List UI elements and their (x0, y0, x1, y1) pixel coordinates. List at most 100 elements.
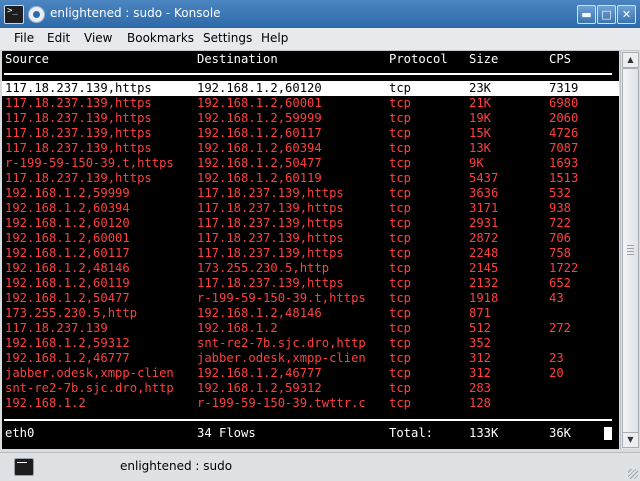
row-size: 3171 (469, 201, 499, 215)
col-destination: Destination (197, 52, 278, 66)
row-protocol: tcp (389, 321, 412, 335)
row-source: 192.168.1.2,60394 (5, 201, 130, 215)
row-source: 117.18.237.139,https (5, 96, 152, 110)
row-destination: 192.168.1.2,60119 (197, 171, 322, 185)
row-protocol: tcp (389, 351, 412, 365)
scroll-up-icon[interactable]: ▲ (622, 52, 639, 68)
flow-row[interactable]: 192.168.1.2,59999 117.18.237.139,https tcp… (2, 186, 619, 201)
row-cps: 272 (549, 321, 572, 335)
row-cps: 1513 (549, 171, 579, 185)
flow-row[interactable]: 117.18.237.139,https 192.168.1.2,60001 tcp… (2, 96, 619, 111)
flow-row[interactable]: 192.168.1.2,59312 snt-re2-7b.sjc.dro,http… (2, 336, 619, 351)
flow-row[interactable]: 117.18.237.139,https 192.168.1.2,59999 tcp… (2, 111, 619, 126)
row-cps: 20 (549, 366, 564, 380)
row-source: jabber.odesk,xmpp-clien (5, 366, 174, 380)
row-source: 192.168.1.2,60119 (5, 276, 130, 290)
row-source: 192.168.1.2,46777 (5, 351, 130, 365)
row-destination: 117.18.237.139,https (197, 246, 344, 260)
col-size: Size (469, 52, 499, 66)
minimize-icon[interactable]: ▬ (577, 5, 596, 24)
row-protocol: tcp (389, 141, 412, 155)
resize-grip-icon[interactable] (628, 469, 638, 479)
text-cursor (604, 427, 612, 440)
flow-count: 34 Flows (197, 426, 256, 440)
menu-edit[interactable]: Edit (47, 31, 70, 45)
header-divider (4, 73, 612, 75)
flow-row[interactable]: 192.168.1.2,48146 173.255.230.5,http tcp 21… (2, 261, 619, 276)
flow-row[interactable]: 117.18.237.139,https 192.168.1.2,60117 tcp… (2, 126, 619, 141)
maximize-icon[interactable]: □ (597, 5, 616, 24)
row-size: 19K (469, 111, 492, 125)
row-destination: 192.168.1.2,60120 (197, 81, 322, 95)
title-bar[interactable]: enlightened : sudo - Konsole ▬ □ ✕ (0, 0, 640, 29)
row-cps: 6980 (549, 96, 579, 110)
flow-row[interactable]: 117.18.237.139 192.168.1.2 tcp 512 272 (2, 321, 619, 336)
flow-row[interactable]: 192.168.1.2,60120 117.18.237.139,https tcp… (2, 216, 619, 231)
row-size: 871 (469, 306, 492, 320)
flow-row[interactable]: 192.168.1.2,60001 117.18.237.139,https tcp… (2, 231, 619, 246)
row-source: 117.18.237.139,https (5, 81, 152, 95)
row-size: 5437 (469, 171, 499, 185)
flow-row[interactable]: 192.168.1.2,46777 jabber.odesk,xmpp-clien… (2, 351, 619, 366)
menu-view[interactable]: View (84, 31, 112, 45)
row-destination: 192.168.1.2,60394 (197, 141, 322, 155)
row-protocol: tcp (389, 381, 412, 395)
flow-row[interactable]: 192.168.1.2,60119 117.18.237.139,https tcp… (2, 276, 619, 291)
row-protocol: tcp (389, 186, 412, 200)
row-source: 192.168.1.2,50477 (5, 291, 130, 305)
row-size: 9K (469, 156, 484, 170)
row-protocol: tcp (389, 216, 412, 230)
row-cps: 43 (549, 291, 564, 305)
flow-row[interactable]: snt-re2-7b.sjc.dro,http 192.168.1.2,59312… (2, 381, 619, 396)
row-source: r-199-59-150-39.t,https (5, 156, 174, 170)
flow-row[interactable]: 117.18.237.139,https 192.168.1.2,60394 tcp… (2, 141, 619, 156)
taskbar-label[interactable]: enlightened : sudo (120, 459, 232, 473)
menu-bookmarks[interactable]: Bookmarks (127, 31, 194, 45)
row-destination: snt-re2-7b.sjc.dro,http (197, 336, 366, 350)
window-menu-icon[interactable] (28, 6, 45, 23)
row-cps: 7087 (549, 141, 579, 155)
row-protocol: tcp (389, 336, 412, 350)
close-icon[interactable]: ✕ (617, 5, 636, 24)
row-cps: 23 (549, 351, 564, 365)
flow-row[interactable]: 192.168.1.2,60394 117.18.237.139,https tcp… (2, 201, 619, 216)
flow-row[interactable]: 192.168.1.2,50477 r-199-59-150-39.t,https… (2, 291, 619, 306)
flow-row[interactable]: 173.255.230.5,http 192.168.1.2,48146 tcp 87… (2, 306, 619, 321)
col-cps: CPS (549, 52, 572, 66)
row-size: 1918 (469, 291, 499, 305)
flow-row[interactable]: 192.168.1.2 r-199-59-150-39.twttr.c tcp 128 (2, 396, 619, 411)
vertical-scrollbar[interactable]: ▲ ▼ (620, 51, 639, 449)
row-protocol: tcp (389, 366, 412, 380)
row-source: 192.168.1.2,60117 (5, 246, 130, 260)
row-cps: 706 (549, 231, 572, 245)
col-protocol: Protocol (389, 52, 448, 66)
row-cps: 652 (549, 276, 572, 290)
row-cps: 7319 (549, 81, 579, 95)
flow-row[interactable]: 117.18.237.139,https 192.168.1.2,60119 tcp… (2, 171, 619, 186)
row-protocol: tcp (389, 201, 412, 215)
menu-help[interactable]: Help (261, 31, 288, 45)
terminal-task-icon[interactable] (14, 458, 34, 476)
row-protocol: tcp (389, 126, 412, 140)
flow-row[interactable]: r-199-59-150-39.t,https 192.168.1.2,50477… (2, 156, 619, 171)
row-destination: 192.168.1.2,48146 (197, 306, 322, 320)
row-destination: 192.168.1.2,46777 (197, 366, 322, 380)
menu-file[interactable]: File (14, 31, 34, 45)
row-size: 2132 (469, 276, 499, 290)
taskbar: enlightened : sudo (0, 452, 640, 481)
flow-row[interactable]: 192.168.1.2,60117 117.18.237.139,https tcp… (2, 246, 619, 261)
footer-divider (4, 419, 612, 421)
flow-row[interactable]: jabber.odesk,xmpp-clien 192.168.1.2,46777… (2, 366, 619, 381)
row-source: snt-re2-7b.sjc.dro,http (5, 381, 174, 395)
flow-row[interactable]: 117.18.237.139,https 192.168.1.2,60120 tcp… (2, 81, 619, 96)
col-source: Source (5, 52, 50, 66)
row-size: 2248 (469, 246, 499, 260)
scroll-down-icon[interactable]: ▼ (622, 432, 639, 448)
row-size: 2931 (469, 216, 499, 230)
scrollbar-thumb[interactable] (622, 68, 639, 434)
row-source: 192.168.1.2,59312 (5, 336, 130, 350)
menu-settings[interactable]: Settings (203, 31, 252, 45)
row-cps: 532 (549, 186, 572, 200)
terminal-view[interactable]: Source Destination Protocol Size CPS 117… (2, 51, 619, 449)
row-cps: 1693 (549, 156, 579, 170)
